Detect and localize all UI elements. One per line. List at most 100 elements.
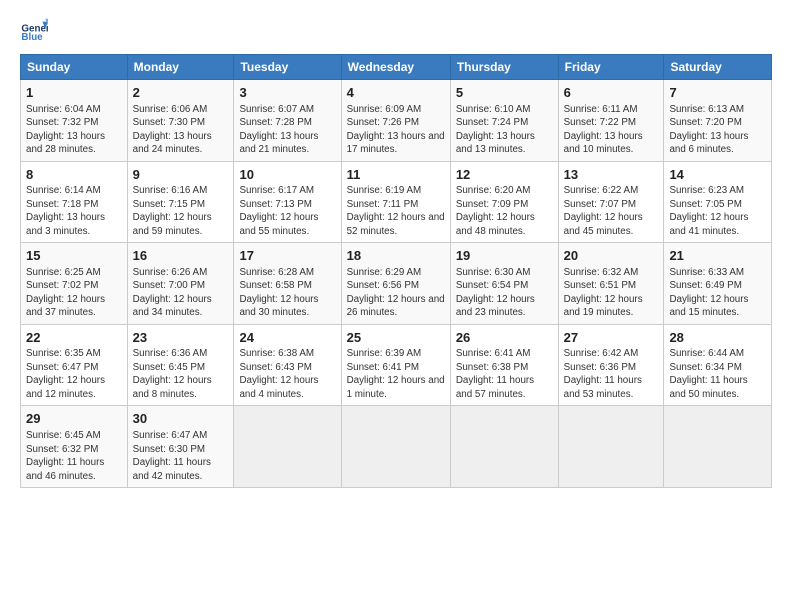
- calendar-cell: 6Sunrise: 6:11 AM Sunset: 7:22 PM Daylig…: [558, 80, 664, 162]
- day-info: Sunrise: 6:20 AM Sunset: 7:09 PM Dayligh…: [456, 184, 553, 238]
- calendar-cell: 30Sunrise: 6:47 AM Sunset: 6:30 PM Dayli…: [127, 406, 234, 488]
- calendar-cell: 26Sunrise: 6:41 AM Sunset: 6:38 PM Dayli…: [450, 324, 558, 406]
- calendar-cell: 21Sunrise: 6:33 AM Sunset: 6:49 PM Dayli…: [664, 243, 772, 325]
- day-info: Sunrise: 6:14 AM Sunset: 7:18 PM Dayligh…: [26, 184, 122, 238]
- day-info: Sunrise: 6:23 AM Sunset: 7:05 PM Dayligh…: [669, 184, 766, 238]
- day-number: 20: [564, 247, 659, 265]
- day-number: 8: [26, 166, 122, 184]
- day-info: Sunrise: 6:26 AM Sunset: 7:00 PM Dayligh…: [133, 266, 229, 320]
- calendar-header-thursday: Thursday: [450, 55, 558, 80]
- calendar-cell: 17Sunrise: 6:28 AM Sunset: 6:58 PM Dayli…: [234, 243, 341, 325]
- calendar-cell: 27Sunrise: 6:42 AM Sunset: 6:36 PM Dayli…: [558, 324, 664, 406]
- day-number: 1: [26, 84, 122, 102]
- calendar-header-wednesday: Wednesday: [341, 55, 450, 80]
- day-number: 19: [456, 247, 553, 265]
- day-number: 3: [239, 84, 335, 102]
- day-number: 24: [239, 329, 335, 347]
- day-number: 14: [669, 166, 766, 184]
- day-info: Sunrise: 6:17 AM Sunset: 7:13 PM Dayligh…: [239, 184, 335, 238]
- calendar-cell: 1Sunrise: 6:04 AM Sunset: 7:32 PM Daylig…: [21, 80, 128, 162]
- day-number: 21: [669, 247, 766, 265]
- day-number: 15: [26, 247, 122, 265]
- day-number: 17: [239, 247, 335, 265]
- day-info: Sunrise: 6:33 AM Sunset: 6:49 PM Dayligh…: [669, 266, 766, 320]
- calendar-cell: 4Sunrise: 6:09 AM Sunset: 7:26 PM Daylig…: [341, 80, 450, 162]
- calendar-cell: 2Sunrise: 6:06 AM Sunset: 7:30 PM Daylig…: [127, 80, 234, 162]
- day-number: 7: [669, 84, 766, 102]
- day-info: Sunrise: 6:41 AM Sunset: 6:38 PM Dayligh…: [456, 347, 553, 401]
- calendar-cell: 12Sunrise: 6:20 AM Sunset: 7:09 PM Dayli…: [450, 161, 558, 243]
- day-info: Sunrise: 6:42 AM Sunset: 6:36 PM Dayligh…: [564, 347, 659, 401]
- calendar: SundayMondayTuesdayWednesdayThursdayFrid…: [20, 54, 772, 488]
- logo-icon: General Blue: [20, 16, 48, 44]
- calendar-header-saturday: Saturday: [664, 55, 772, 80]
- day-number: 5: [456, 84, 553, 102]
- calendar-week-4: 22Sunrise: 6:35 AM Sunset: 6:47 PM Dayli…: [21, 324, 772, 406]
- calendar-cell: 8Sunrise: 6:14 AM Sunset: 7:18 PM Daylig…: [21, 161, 128, 243]
- day-info: Sunrise: 6:07 AM Sunset: 7:28 PM Dayligh…: [239, 103, 335, 157]
- day-number: 2: [133, 84, 229, 102]
- day-info: Sunrise: 6:38 AM Sunset: 6:43 PM Dayligh…: [239, 347, 335, 401]
- day-info: Sunrise: 6:29 AM Sunset: 6:56 PM Dayligh…: [347, 266, 445, 320]
- day-number: 22: [26, 329, 122, 347]
- day-number: 11: [347, 166, 445, 184]
- calendar-week-1: 1Sunrise: 6:04 AM Sunset: 7:32 PM Daylig…: [21, 80, 772, 162]
- day-info: Sunrise: 6:30 AM Sunset: 6:54 PM Dayligh…: [456, 266, 553, 320]
- day-info: Sunrise: 6:16 AM Sunset: 7:15 PM Dayligh…: [133, 184, 229, 238]
- day-info: Sunrise: 6:36 AM Sunset: 6:45 PM Dayligh…: [133, 347, 229, 401]
- calendar-cell: 20Sunrise: 6:32 AM Sunset: 6:51 PM Dayli…: [558, 243, 664, 325]
- day-number: 28: [669, 329, 766, 347]
- day-number: 16: [133, 247, 229, 265]
- calendar-cell: 25Sunrise: 6:39 AM Sunset: 6:41 PM Dayli…: [341, 324, 450, 406]
- day-info: Sunrise: 6:28 AM Sunset: 6:58 PM Dayligh…: [239, 266, 335, 320]
- day-number: 30: [133, 410, 229, 428]
- day-info: Sunrise: 6:04 AM Sunset: 7:32 PM Dayligh…: [26, 103, 122, 157]
- day-info: Sunrise: 6:19 AM Sunset: 7:11 PM Dayligh…: [347, 184, 445, 238]
- calendar-cell: 29Sunrise: 6:45 AM Sunset: 6:32 PM Dayli…: [21, 406, 128, 488]
- day-number: 25: [347, 329, 445, 347]
- day-info: Sunrise: 6:47 AM Sunset: 6:30 PM Dayligh…: [133, 429, 229, 483]
- calendar-cell: [341, 406, 450, 488]
- day-info: Sunrise: 6:32 AM Sunset: 6:51 PM Dayligh…: [564, 266, 659, 320]
- calendar-header-friday: Friday: [558, 55, 664, 80]
- day-info: Sunrise: 6:35 AM Sunset: 6:47 PM Dayligh…: [26, 347, 122, 401]
- logo: General Blue: [20, 16, 52, 44]
- day-number: 27: [564, 329, 659, 347]
- day-number: 18: [347, 247, 445, 265]
- svg-text:Blue: Blue: [21, 32, 43, 43]
- calendar-cell: 16Sunrise: 6:26 AM Sunset: 7:00 PM Dayli…: [127, 243, 234, 325]
- day-number: 26: [456, 329, 553, 347]
- page: General Blue SundayMondayTuesdayWednesda…: [0, 0, 792, 612]
- calendar-header-row: SundayMondayTuesdayWednesdayThursdayFrid…: [21, 55, 772, 80]
- calendar-cell: 23Sunrise: 6:36 AM Sunset: 6:45 PM Dayli…: [127, 324, 234, 406]
- calendar-cell: [450, 406, 558, 488]
- day-number: 4: [347, 84, 445, 102]
- calendar-cell: 18Sunrise: 6:29 AM Sunset: 6:56 PM Dayli…: [341, 243, 450, 325]
- header: General Blue: [20, 16, 772, 44]
- day-info: Sunrise: 6:44 AM Sunset: 6:34 PM Dayligh…: [669, 347, 766, 401]
- calendar-header-sunday: Sunday: [21, 55, 128, 80]
- day-info: Sunrise: 6:22 AM Sunset: 7:07 PM Dayligh…: [564, 184, 659, 238]
- calendar-week-3: 15Sunrise: 6:25 AM Sunset: 7:02 PM Dayli…: [21, 243, 772, 325]
- calendar-cell: 24Sunrise: 6:38 AM Sunset: 6:43 PM Dayli…: [234, 324, 341, 406]
- calendar-cell: 15Sunrise: 6:25 AM Sunset: 7:02 PM Dayli…: [21, 243, 128, 325]
- calendar-cell: 13Sunrise: 6:22 AM Sunset: 7:07 PM Dayli…: [558, 161, 664, 243]
- day-info: Sunrise: 6:39 AM Sunset: 6:41 PM Dayligh…: [347, 347, 445, 401]
- calendar-cell: [234, 406, 341, 488]
- calendar-cell: [664, 406, 772, 488]
- day-number: 23: [133, 329, 229, 347]
- calendar-cell: 14Sunrise: 6:23 AM Sunset: 7:05 PM Dayli…: [664, 161, 772, 243]
- day-info: Sunrise: 6:45 AM Sunset: 6:32 PM Dayligh…: [26, 429, 122, 483]
- calendar-cell: 22Sunrise: 6:35 AM Sunset: 6:47 PM Dayli…: [21, 324, 128, 406]
- day-info: Sunrise: 6:11 AM Sunset: 7:22 PM Dayligh…: [564, 103, 659, 157]
- calendar-cell: 3Sunrise: 6:07 AM Sunset: 7:28 PM Daylig…: [234, 80, 341, 162]
- day-number: 29: [26, 410, 122, 428]
- calendar-cell: 11Sunrise: 6:19 AM Sunset: 7:11 PM Dayli…: [341, 161, 450, 243]
- day-number: 6: [564, 84, 659, 102]
- day-info: Sunrise: 6:09 AM Sunset: 7:26 PM Dayligh…: [347, 103, 445, 157]
- calendar-week-5: 29Sunrise: 6:45 AM Sunset: 6:32 PM Dayli…: [21, 406, 772, 488]
- day-number: 9: [133, 166, 229, 184]
- calendar-cell: [558, 406, 664, 488]
- day-info: Sunrise: 6:06 AM Sunset: 7:30 PM Dayligh…: [133, 103, 229, 157]
- day-number: 12: [456, 166, 553, 184]
